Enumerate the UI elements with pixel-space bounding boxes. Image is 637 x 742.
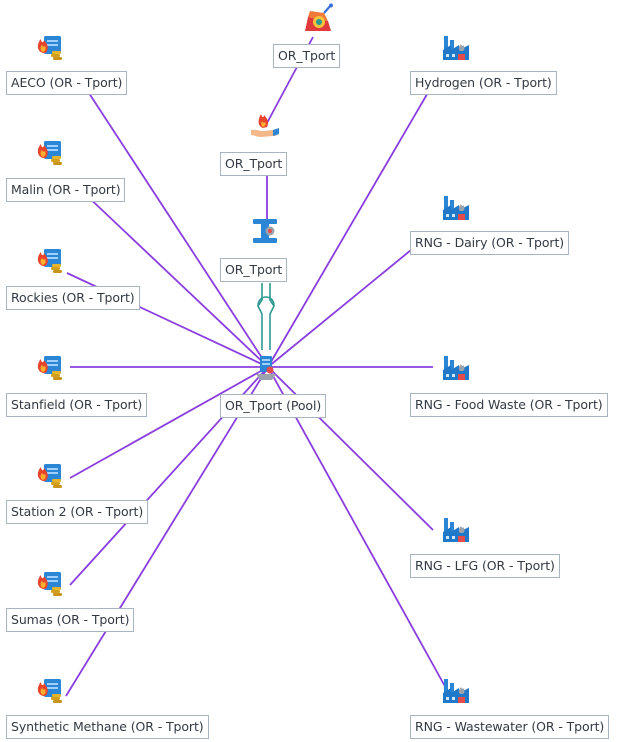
gas-supply-icon[interactable] <box>34 30 66 62</box>
pipe-line-right <box>269 283 275 350</box>
pipeline-valve-icon[interactable] <box>249 215 281 247</box>
edge-hydrogen[interactable] <box>267 83 434 368</box>
node-label-rng-food-waste[interactable]: RNG - Food Waste (OR - Tport) <box>410 393 608 417</box>
node-label-or-tport-top[interactable]: OR_Tport <box>273 44 341 68</box>
gas-supply-icon[interactable] <box>34 458 66 490</box>
node-label-pool[interactable]: OR_Tport (Pool) <box>220 394 327 418</box>
node-label-or-tport-hand[interactable]: OR_Tport <box>220 152 288 176</box>
node-label-malin[interactable]: Malin (OR - Tport) <box>6 178 126 202</box>
node-label-rng-wastewater[interactable]: RNG - Wastewater (OR - Tport) <box>410 715 610 739</box>
pipe-line-left <box>257 283 263 350</box>
flame-hand-icon[interactable] <box>249 110 281 142</box>
factory-icon[interactable] <box>440 673 472 705</box>
gas-supply-icon[interactable] <box>34 243 66 275</box>
factory-icon[interactable] <box>440 350 472 382</box>
node-label-rockies[interactable]: Rockies (OR - Tport) <box>6 286 140 310</box>
edge-rng-dairy[interactable] <box>267 231 434 368</box>
node-label-station2[interactable]: Station 2 (OR - Tport) <box>6 500 149 524</box>
gas-supply-icon[interactable] <box>34 350 66 382</box>
node-label-stanfield[interactable]: Stanfield (OR - Tport) <box>6 393 148 417</box>
node-label-synthetic-methane[interactable]: Synthetic Methane (OR - Tport) <box>6 715 209 739</box>
edge-station2[interactable] <box>69 366 269 479</box>
factory-icon[interactable] <box>440 30 472 62</box>
factory-icon[interactable] <box>440 512 472 544</box>
gas-supply-icon[interactable] <box>34 135 66 167</box>
node-label-hydrogen[interactable]: Hydrogen (OR - Tport) <box>410 71 557 95</box>
gas-burner-icon[interactable] <box>302 3 334 35</box>
factory-icon[interactable] <box>440 190 472 222</box>
node-label-aeco[interactable]: AECO (OR - Tport) <box>6 71 128 95</box>
node-label-rng-lfg[interactable]: RNG - LFG (OR - Tport) <box>410 554 560 578</box>
pool-hub-icon[interactable] <box>250 350 282 382</box>
node-label-sumas[interactable]: Sumas (OR - Tport) <box>6 608 135 632</box>
node-label-or-tport-pipe[interactable]: OR_Tport <box>220 258 288 282</box>
edge-rng-lfg[interactable] <box>267 366 434 531</box>
gas-supply-icon[interactable] <box>34 673 66 705</box>
gas-supply-icon[interactable] <box>34 566 66 598</box>
node-label-rng-dairy[interactable]: RNG - Dairy (OR - Tport) <box>410 231 570 255</box>
